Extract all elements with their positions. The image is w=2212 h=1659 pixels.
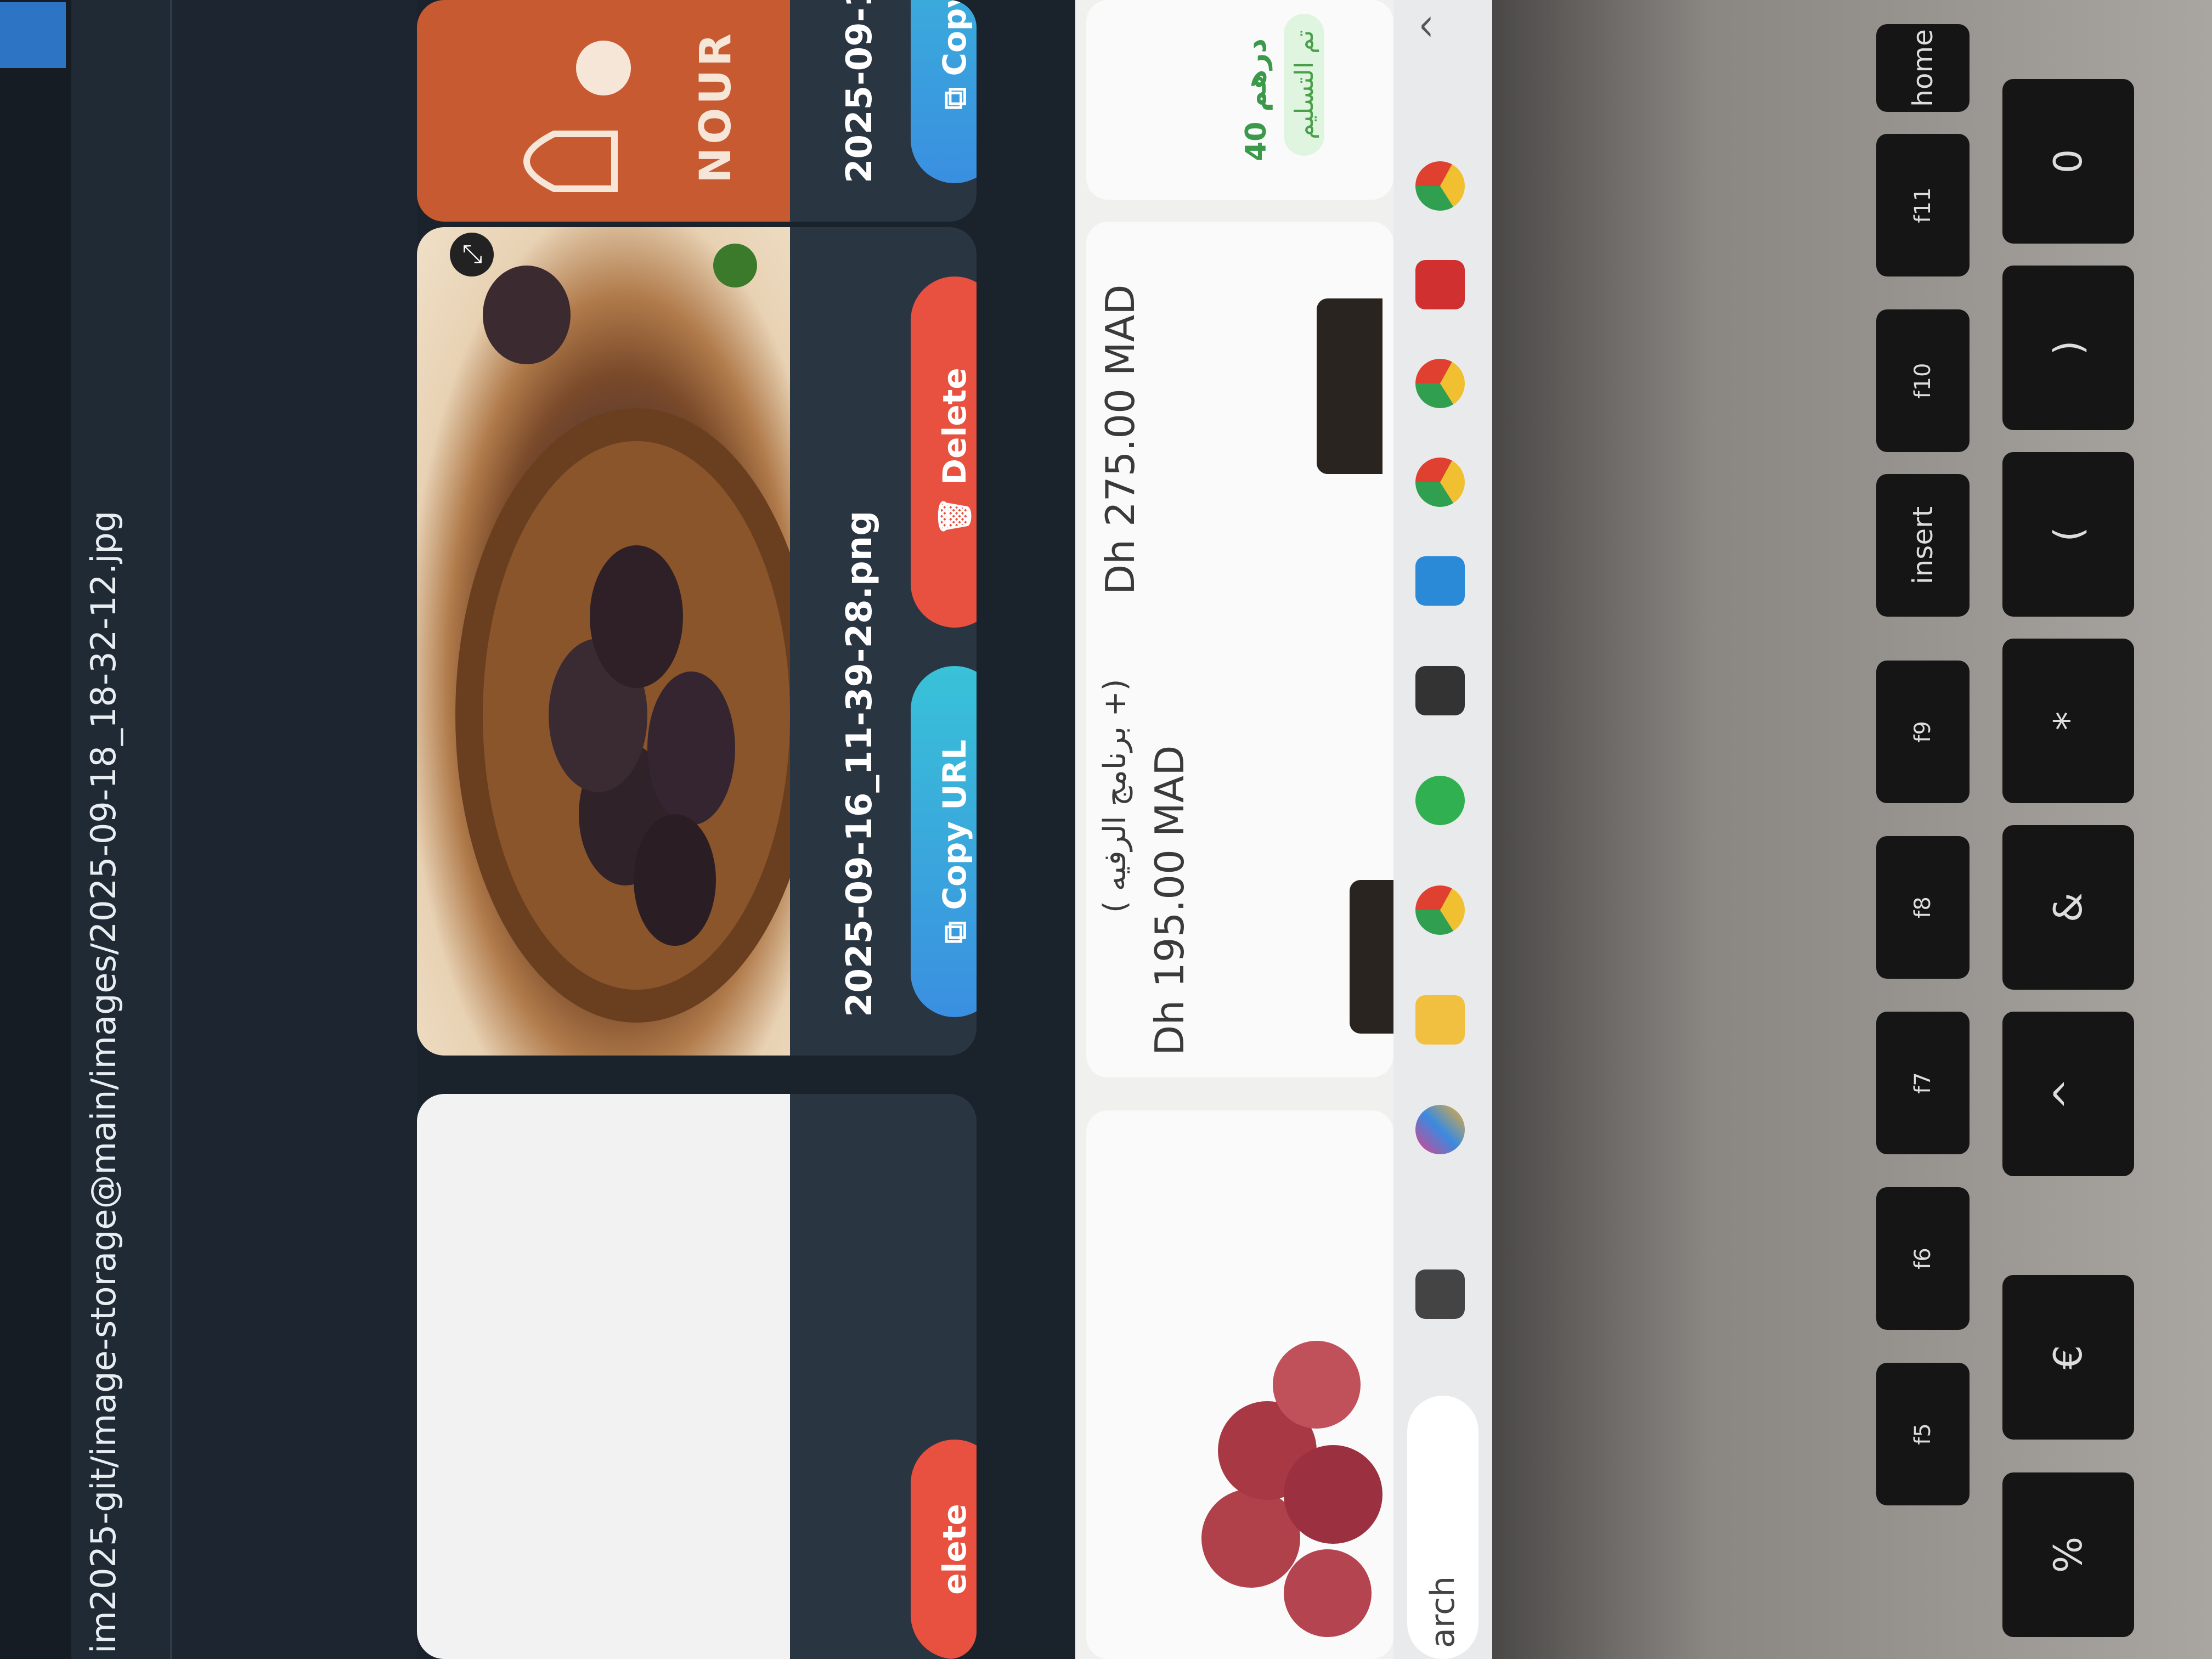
trash-icon: 🗑 <box>935 496 973 537</box>
image-card-partial: elete <box>417 1094 977 1659</box>
files-icon[interactable] <box>1415 995 1465 1045</box>
price-2: Dh 275.00 MAD <box>1097 284 1143 595</box>
key-ampersand[interactable]: & <box>2002 825 2134 990</box>
key-f10[interactable]: f10 <box>1876 309 1970 452</box>
order-amount: 40 درهم <box>1240 38 1273 161</box>
key-f7[interactable]: f7 <box>1876 1012 1970 1154</box>
key-zero[interactable]: 0 <box>2002 79 2134 244</box>
filename: 2025-09-16_11-39-28.png <box>839 510 880 1017</box>
window-control[interactable] <box>0 2 66 68</box>
blank-thumbnail[interactable] <box>417 1094 790 1659</box>
pdf-icon[interactable] <box>1415 260 1465 309</box>
chrome-icon[interactable] <box>1415 161 1465 211</box>
delete-button[interactable]: elete <box>911 1440 977 1659</box>
key-close-paren[interactable]: ) <box>2002 266 2134 430</box>
chrome-icon[interactable] <box>1415 885 1465 935</box>
key-insert[interactable]: insert <box>1876 474 1970 617</box>
expand-icon[interactable]: ⤢ <box>450 233 494 276</box>
key-f9[interactable]: f9 <box>1876 661 1970 803</box>
key-percent[interactable]: % <box>2002 1472 2134 1637</box>
vscode-icon[interactable] <box>1415 556 1465 606</box>
price-1: Dh 195.00 MAD <box>1147 745 1193 1056</box>
key-f8[interactable]: f8 <box>1876 836 1970 979</box>
filename: 2025-09-16_12-50-42.png <box>839 0 880 183</box>
laptop-keyboard: home insert f10 f9 f8 f7 f6 f5 f11 ( ) *… <box>1492 0 2212 1659</box>
product-jar <box>1317 298 1383 474</box>
spotify-icon[interactable] <box>1415 776 1465 825</box>
laptop-screen: im2025-git/image-storage@main/images/202… <box>0 0 1492 1659</box>
chrome-icon[interactable] <box>1415 458 1465 507</box>
file-path-text: im2025-git/image-storage@main/images/202… <box>83 510 123 1654</box>
copy-url-button[interactable]: ⧉Copy URL <box>911 666 977 1017</box>
chrome-icon[interactable] <box>1415 359 1465 408</box>
delete-button[interactable]: 🗑 Delete <box>911 276 977 628</box>
key-f6[interactable]: f6 <box>1876 1187 1970 1330</box>
photo-scene: im2025-git/image-storage@main/images/202… <box>0 0 2212 1659</box>
terminal-icon[interactable] <box>1415 666 1465 715</box>
product-jar <box>1350 880 1393 1034</box>
banner-text: NOUR <box>691 30 741 183</box>
status-badge: تم التسليم <box>1284 13 1324 156</box>
copy-icon: ⧉ <box>935 921 973 944</box>
copilot-icon[interactable] <box>1415 1105 1465 1154</box>
dates-thumbnail[interactable]: ⤢ <box>417 227 790 1056</box>
key-f11[interactable]: f11 <box>1876 134 1970 276</box>
image-card-dates: ⤢ 2025-09-16_11-39-28.png ⧉ Copy URL 🗑 Del… <box>417 227 977 1056</box>
grapes-image <box>1201 1341 1383 1637</box>
shop-panel: ( برنامج الرفيه +) Dh 195.00 MAD Dh 275.… <box>1075 0 1404 1659</box>
key-open-paren[interactable]: ( <box>2002 452 2134 617</box>
key-f5[interactable]: f5 <box>1876 1363 1970 1505</box>
copy-icon: ⧉ <box>935 87 973 110</box>
product-card[interactable]: ( برنامج الرفيه +) Dh 195.00 MAD Dh 275.… <box>1086 222 1393 1077</box>
taskbar-search[interactable]: arch <box>1407 1396 1479 1659</box>
taskview-icon[interactable] <box>1415 1269 1465 1319</box>
grapes-card[interactable] <box>1086 1110 1393 1659</box>
key-caret[interactable]: ^ <box>2002 1012 2134 1176</box>
order-card[interactable]: 40 درهم تم التسليم <box>1086 0 1393 200</box>
item-note: ( برنامج الرفيه +) <box>1097 679 1133 913</box>
sun-icon <box>576 41 631 95</box>
key-home[interactable]: home <box>1876 24 1970 112</box>
image-card-banner: NOUR 2025-09-16_12-50-42.png ⧉Copy URL <box>417 0 977 222</box>
key-euro[interactable]: € <box>2002 1275 2134 1440</box>
screen-content: im2025-git/image-storage@main/images/202… <box>0 0 1492 1659</box>
banner-thumbnail[interactable]: NOUR <box>417 0 790 222</box>
copy-url-button[interactable]: ⧉Copy URL <box>911 0 977 183</box>
key-asterisk[interactable]: * <box>2002 639 2134 803</box>
keyboard-rotated: home insert f10 f9 f8 f7 f6 f5 f11 ( ) *… <box>1492 0 2212 1659</box>
chevron-up-icon[interactable]: ^ <box>1415 13 1454 41</box>
